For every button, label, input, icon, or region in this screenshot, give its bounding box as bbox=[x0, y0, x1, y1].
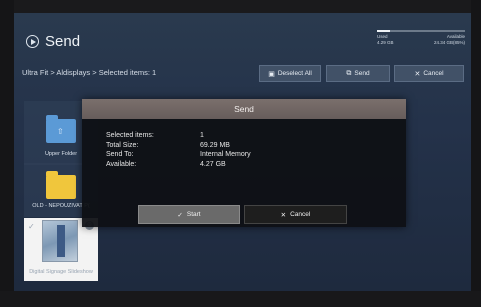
arrow-up-icon: ⇧ bbox=[57, 127, 64, 136]
deselect-all-button[interactable]: ▣ Deselect All bbox=[259, 65, 321, 82]
send-icon: ⧉ bbox=[346, 69, 352, 77]
info-value: 4.27 GB bbox=[200, 160, 226, 168]
start-button[interactable]: ✓ Start bbox=[138, 205, 240, 224]
start-label: Start bbox=[186, 211, 201, 218]
info-key: Available: bbox=[106, 160, 137, 168]
play-circle-icon bbox=[26, 35, 39, 48]
tv-bezel-top bbox=[0, 0, 481, 13]
close-icon: ✕ bbox=[280, 211, 287, 219]
toolbar: Ultra Fit > Aldisplays > Selected items:… bbox=[14, 63, 471, 85]
tv-bezel-left bbox=[0, 0, 14, 307]
dialog-info: Selected items: 1 Total Size: 69.29 MB S… bbox=[106, 131, 251, 169]
tile-caption: Digital Signage Slideshow bbox=[29, 269, 93, 275]
signage-file-tile[interactable]: ✓ ⚙ Digital Signage Slideshow bbox=[24, 218, 98, 281]
storage-used-value: 4.29 GB bbox=[377, 40, 394, 45]
send-dialog: Send Selected items: 1 Total Size: 69.29… bbox=[82, 99, 406, 227]
deselect-all-label: Deselect All bbox=[277, 70, 312, 77]
page-title: Send bbox=[45, 33, 81, 50]
dialog-cancel-label: Cancel bbox=[290, 211, 311, 218]
info-row-destination: Send To: Internal Memory bbox=[106, 150, 251, 160]
deselect-icon: ▣ bbox=[268, 70, 275, 78]
info-key: Selected items: bbox=[106, 132, 154, 139]
send-label: Send bbox=[354, 70, 370, 77]
dialog-cancel-button[interactable]: ✕ Cancel bbox=[244, 205, 347, 224]
info-row-size: Total Size: 69.29 MB bbox=[106, 141, 251, 151]
info-row-available: Available: 4.27 GB bbox=[106, 160, 251, 170]
info-value: 1 bbox=[200, 132, 204, 139]
folder-upload-icon: ⇧ bbox=[46, 115, 76, 143]
close-icon: ✕ bbox=[414, 70, 421, 78]
storage-indicator: Used 4.29 GB Available 24.34 GB(85%) bbox=[377, 30, 465, 50]
breadcrumb: Ultra Fit > Aldisplays > Selected items:… bbox=[22, 68, 157, 77]
storage-used-label: Used bbox=[377, 34, 388, 39]
tv-screen: Send Used 4.29 GB Available 24.34 GB(85%… bbox=[14, 13, 471, 291]
storage-bar bbox=[377, 30, 465, 32]
storage-used-fill bbox=[377, 30, 391, 32]
info-value: Internal Memory bbox=[200, 151, 251, 158]
send-button[interactable]: ⧉ Send bbox=[326, 65, 390, 82]
file-thumbnail bbox=[42, 220, 78, 262]
thumbnail-content bbox=[57, 225, 65, 257]
info-value: 69.29 MB bbox=[200, 141, 230, 149]
header: Send Used 4.29 GB Available 24.34 GB(85%… bbox=[14, 13, 471, 59]
info-key: Send To: bbox=[106, 151, 134, 158]
check-icon[interactable]: ✓ bbox=[28, 222, 35, 231]
storage-available-label: Available bbox=[446, 34, 465, 39]
header-title-group: Send bbox=[26, 33, 80, 50]
tv-bezel-right bbox=[471, 0, 481, 307]
dialog-title: Send bbox=[82, 99, 406, 119]
info-key: Total Size: bbox=[106, 141, 139, 149]
check-icon: ✓ bbox=[177, 211, 183, 219]
info-row-selected: Selected items: 1 bbox=[106, 131, 251, 141]
cancel-label: Cancel bbox=[423, 70, 444, 77]
storage-available-value: 24.34 GB(85%) bbox=[433, 40, 465, 45]
folder-icon bbox=[46, 171, 76, 199]
tv-bezel-bottom bbox=[0, 291, 481, 307]
cancel-button[interactable]: ✕ Cancel bbox=[394, 65, 464, 82]
